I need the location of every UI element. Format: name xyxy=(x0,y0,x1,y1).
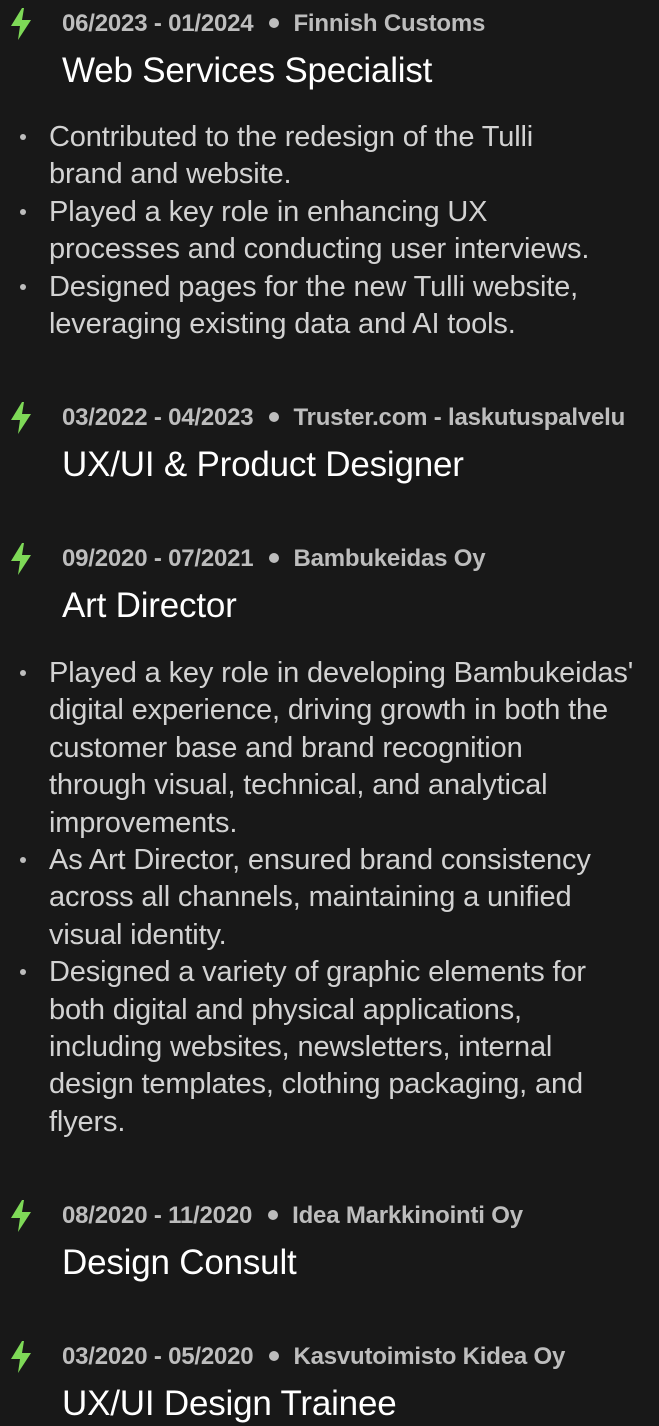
bullet-item: Played a key role in developing Bambukei… xyxy=(0,655,659,842)
entry-bullets: Contributed to the redesign of the Tulli… xyxy=(0,119,659,343)
entry-meta: 03/2022 - 04/2023 Truster.com - laskutusp… xyxy=(62,401,625,435)
lightning-bolt-icon xyxy=(9,401,33,435)
separator-dot-icon xyxy=(269,1350,280,1361)
entry-meta: 03/2020 - 05/2020 Kasvutoimisto Kidea Oy xyxy=(62,1340,565,1374)
entry-meta: 06/2023 - 01/2024 Finnish Customs xyxy=(62,7,485,41)
bullet-item: Designed pages for the new Tulli website… xyxy=(0,269,659,344)
bullet-item: Designed a variety of graphic elements f… xyxy=(0,954,659,1141)
separator-dot-icon xyxy=(269,552,280,563)
lightning-bolt-icon xyxy=(9,7,33,41)
entry-dates: 03/2022 - 04/2023 xyxy=(62,404,254,431)
separator-dot-icon xyxy=(269,17,280,28)
separator-dot-icon xyxy=(268,1209,279,1220)
bullet-item: As Art Director, ensured brand consisten… xyxy=(0,842,659,954)
entry-dates: 03/2020 - 05/2020 xyxy=(62,1343,254,1370)
entry-title: UX/UI Design Trainee xyxy=(62,1384,397,1423)
entry-dates: 08/2020 - 11/2020 xyxy=(62,1202,253,1229)
entry-title: Design Consult xyxy=(62,1243,297,1282)
separator-dot-icon xyxy=(269,411,280,422)
lightning-bolt-icon xyxy=(9,542,33,576)
entry-bullets: Played a key role in developing Bambukei… xyxy=(0,655,659,1141)
bullet-item: Contributed to the redesign of the Tulli… xyxy=(0,119,659,194)
entry-dates: 06/2023 - 01/2024 xyxy=(62,10,254,37)
entry-dates: 09/2020 - 07/2021 xyxy=(62,545,254,572)
entry-meta: 09/2020 - 07/2021 Bambukeidas Oy xyxy=(62,542,486,576)
entry-company: Truster.com - laskutuspalvelu xyxy=(293,404,626,431)
bullet-item: Played a key role in enhancing UX process… xyxy=(0,194,659,269)
entry-company: Finnish Customs xyxy=(293,10,486,37)
lightning-bolt-icon xyxy=(9,1340,33,1374)
entry-company: Idea Markkinointi Oy xyxy=(292,1202,523,1229)
entry-title: Web Services Specialist xyxy=(62,51,433,90)
entry-meta: 08/2020 - 11/2020 Idea Markkinointi Oy xyxy=(62,1199,523,1233)
lightning-bolt-icon xyxy=(9,1199,33,1233)
entry-title: Art Director xyxy=(62,586,237,625)
entry-company: Kasvutoimisto Kidea Oy xyxy=(293,1343,566,1370)
entry-company: Bambukeidas Oy xyxy=(293,545,486,572)
entry-title: UX/UI & Product Designer xyxy=(62,445,464,484)
